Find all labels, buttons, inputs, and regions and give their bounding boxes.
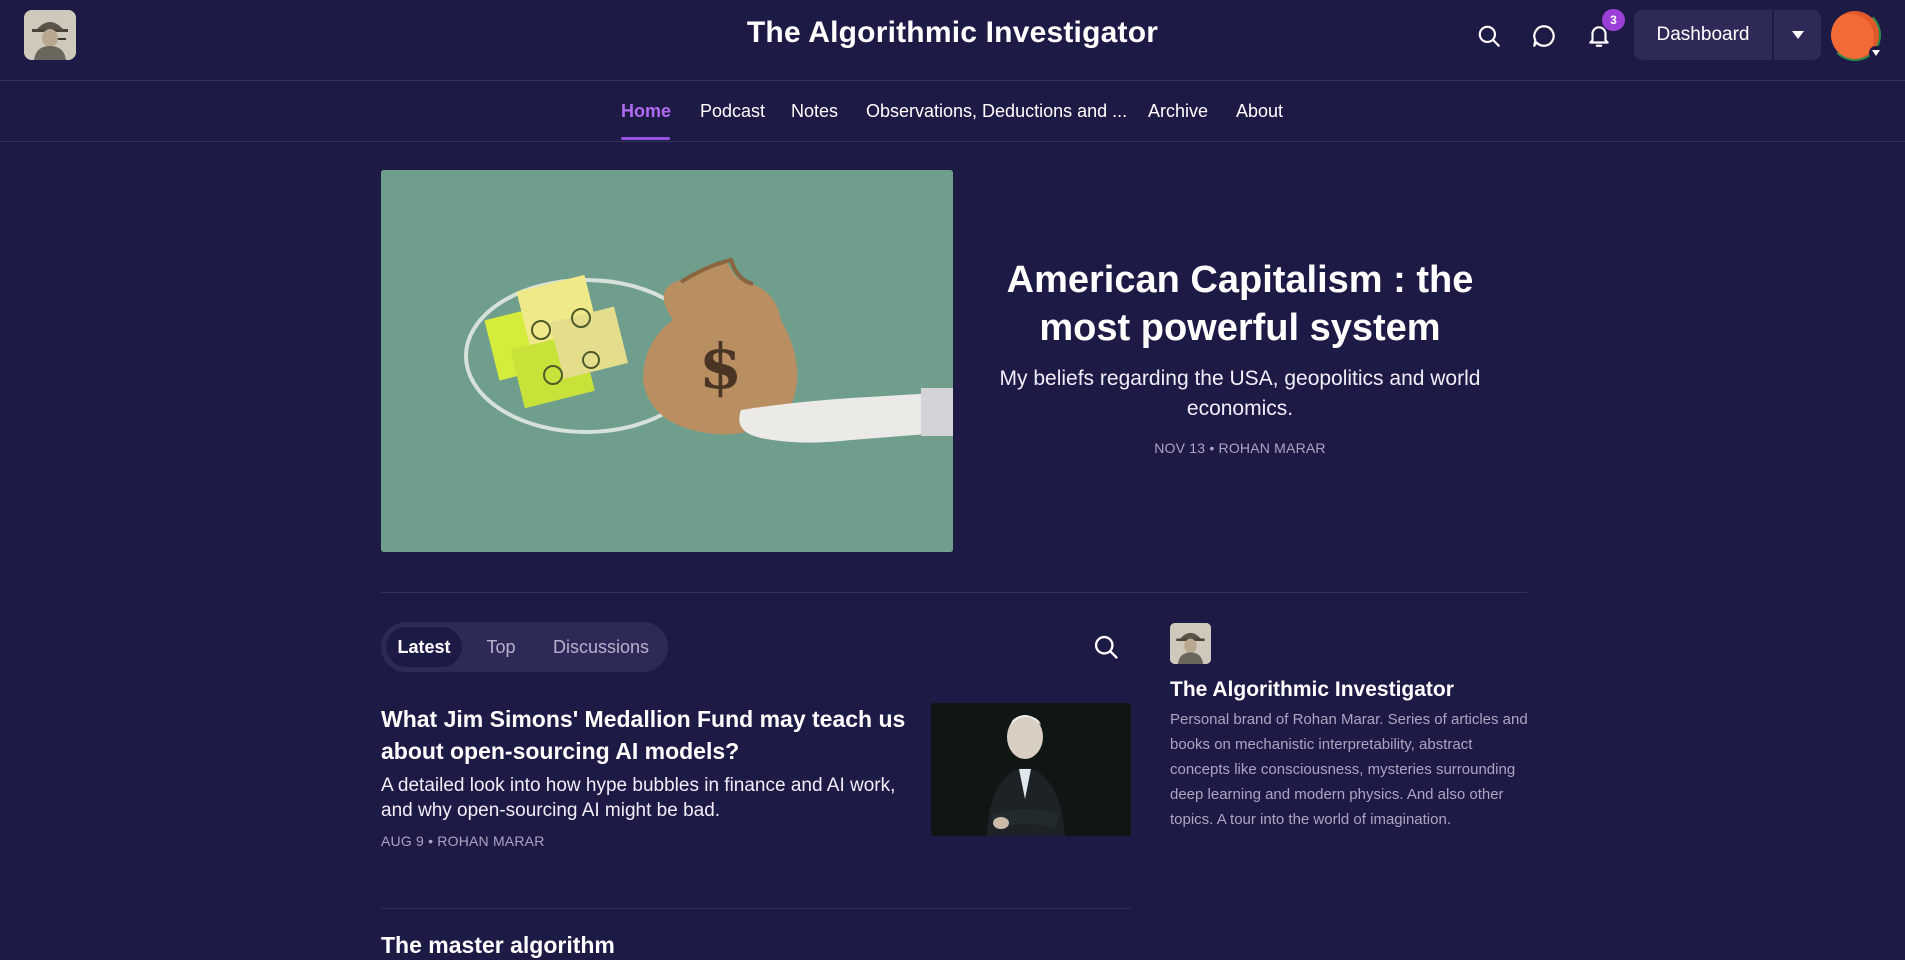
post-description: A detailed look into how hype bubbles in… [381, 775, 896, 821]
hero-meta: NOV 13 • ROHAN MARAR [1154, 440, 1326, 456]
chat-icon[interactable] [1528, 20, 1560, 52]
dashboard-button[interactable]: Dashboard [1634, 10, 1772, 60]
post-meta: AUG 9 • ROHAN MARAR [381, 833, 545, 849]
nav-archive[interactable]: Archive [1148, 101, 1208, 122]
hero-title[interactable]: American Capitalism : the most powerful … [980, 256, 1500, 352]
notification-badge: 3 [1602, 9, 1625, 31]
feed-tabs: Latest Top Discussions [381, 622, 668, 672]
search-icon[interactable] [1473, 20, 1505, 52]
svg-text:$: $ [699, 330, 742, 403]
tab-top[interactable]: Top [476, 627, 526, 667]
post-title[interactable]: The master algorithm [381, 932, 615, 959]
section-nav: Home Podcast Notes Observations, Deducti… [0, 81, 1905, 142]
feed-search-icon[interactable] [1092, 633, 1120, 661]
sidebar-description: Personal brand of Rohan Marar. Series of… [1170, 711, 1528, 828]
nav-podcast[interactable]: Podcast [700, 101, 765, 122]
top-bar: The Algorithmic Investigator 3 Dashboard [0, 0, 1905, 81]
hero-subtitle: My beliefs regarding the USA, geopolitic… [999, 367, 1481, 420]
tab-latest[interactable]: Latest [386, 627, 462, 667]
nav-observations[interactable]: Observations, Deductions and ... [866, 101, 1127, 122]
dashboard-menu-button[interactable] [1774, 10, 1821, 60]
post-thumbnail[interactable] [931, 703, 1131, 836]
nav-home[interactable]: Home [621, 101, 671, 122]
sidebar-logo-icon[interactable] [1170, 623, 1211, 664]
nav-active-indicator [621, 137, 670, 140]
nav-notes[interactable]: Notes [791, 101, 838, 122]
avatar-caret-icon[interactable] [1869, 46, 1883, 60]
sidebar-title[interactable]: The Algorithmic Investigator [1170, 678, 1454, 702]
caret-down-icon [1791, 31, 1804, 39]
hero-image[interactable]: $ [381, 170, 953, 552]
divider [381, 592, 1527, 593]
hero-text: American Capitalism : the most powerful … [980, 256, 1500, 456]
post-title[interactable]: What Jim Simons' Medallion Fund may teac… [381, 703, 921, 767]
nav-about[interactable]: About [1236, 101, 1283, 122]
tab-discussions[interactable]: Discussions [541, 627, 661, 667]
divider [381, 908, 1131, 909]
